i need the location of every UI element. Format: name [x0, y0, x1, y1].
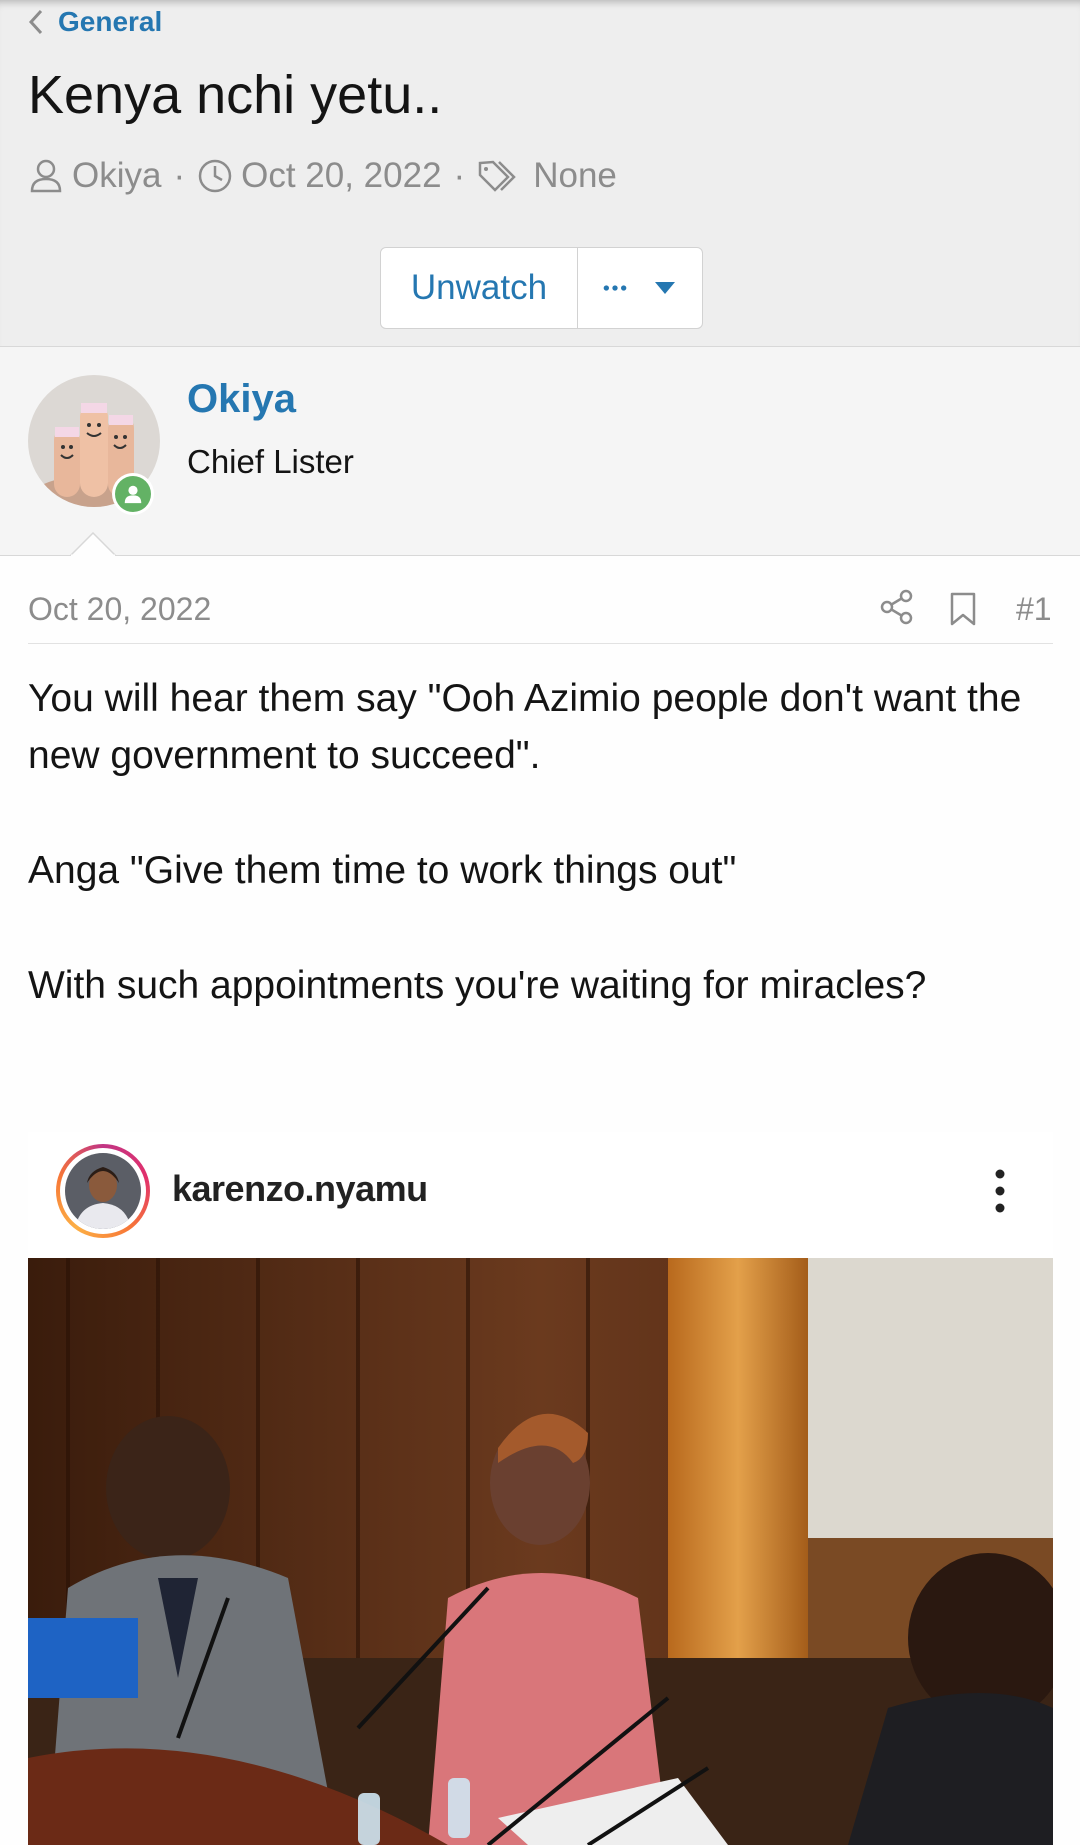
breadcrumb-label[interactable]: General	[58, 6, 162, 38]
clock-icon	[198, 159, 232, 193]
post-paragraph: You will hear them say "Ooh Azimio peopl…	[28, 677, 1022, 777]
instagram-embed[interactable]: karenzo.nyamu	[28, 1132, 1053, 1845]
kebab-menu-icon[interactable]	[994, 1168, 1006, 1214]
post-number-link[interactable]: #1	[1016, 591, 1052, 628]
thread-date[interactable]: Oct 20, 2022	[241, 156, 441, 196]
user-online-icon	[124, 485, 142, 504]
username-link[interactable]: Okiya	[187, 377, 296, 422]
embed-username[interactable]: karenzo.nyamu	[172, 1168, 428, 1210]
user-bar-pointer	[70, 532, 116, 556]
page-title: Kenya nchi yetu..	[28, 65, 443, 125]
unwatch-button[interactable]: Unwatch	[381, 248, 578, 328]
post-user-bar: Okiya Chief Lister	[0, 347, 1080, 556]
embed-photo[interactable]	[28, 1258, 1053, 1845]
thread-actions: Unwatch	[380, 247, 703, 329]
thread-meta: Okiya · Oct 20, 2022 · None	[28, 156, 617, 196]
meta-separator: ·	[173, 156, 186, 195]
tag-icon	[478, 160, 516, 192]
thread-tags[interactable]: None	[533, 156, 617, 196]
post-meta-row: Oct 20, 2022 #1	[28, 585, 1053, 644]
breadcrumb[interactable]: General	[28, 6, 162, 38]
thread-header: General Kenya nchi yetu.. Okiya · Oct 20…	[0, 0, 1080, 347]
online-status-badge	[112, 473, 154, 515]
share-icon[interactable]	[880, 589, 914, 625]
chevron-left-icon	[28, 9, 43, 35]
post-paragraph: Anga "Give them time to work things out"	[28, 849, 737, 892]
bookmark-icon[interactable]	[948, 591, 978, 627]
embed-avatar[interactable]	[56, 1144, 150, 1238]
post-date[interactable]: Oct 20, 2022	[28, 591, 211, 628]
user-title: Chief Lister	[187, 443, 354, 480]
user-icon	[30, 159, 62, 193]
meta-separator: ·	[453, 156, 466, 195]
caret-down-icon	[655, 282, 675, 294]
meeting-photo	[28, 1258, 1053, 1845]
post-paragraph: With such appointments you're waiting fo…	[28, 964, 927, 1007]
more-options-button[interactable]	[578, 248, 702, 328]
more-dots-icon	[603, 285, 627, 291]
embed-avatar-image	[65, 1153, 141, 1229]
post-body: You will hear them say "Ooh Azimio peopl…	[28, 670, 1048, 1072]
thread-author[interactable]: Okiya	[72, 156, 161, 196]
